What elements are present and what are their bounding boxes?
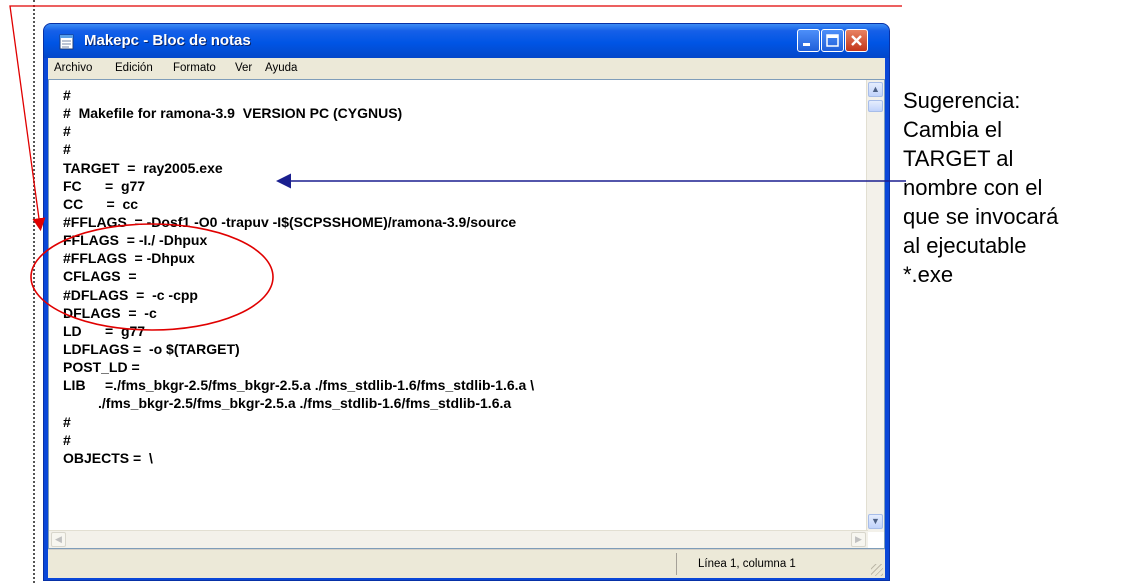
suggestion-note: Sugerencia: Cambia el TARGET al nombre c…	[903, 88, 1059, 287]
code-line: CFLAGS =	[63, 268, 137, 285]
scroll-left-button[interactable]: ◀	[51, 532, 66, 547]
scroll-down-button[interactable]: ▼	[868, 514, 883, 529]
menu-archivo[interactable]: Archivo	[54, 62, 92, 74]
scroll-up-button[interactable]: ▲	[868, 82, 883, 97]
menu-bar: Archivo Edición Formato Ver Ayuda	[48, 58, 885, 79]
code-line: TARGET = ray2005.exe	[63, 159, 223, 176]
maximize-button[interactable]	[821, 29, 844, 52]
code-line: LIB =./fms_bkgr-2.5/fms_bkgr-2.5.a ./fms…	[63, 377, 535, 394]
resize-grip[interactable]	[871, 564, 883, 576]
code-line: CC = cc	[63, 195, 139, 212]
scroll-right-button[interactable]: ▶	[851, 532, 866, 547]
code-line: DFLAGS = -c	[63, 304, 157, 321]
code-line: #	[63, 87, 71, 103]
close-button[interactable]	[845, 29, 868, 52]
text-editor[interactable]: # # Makefile for ramona-3.9 VERSION PC (…	[48, 79, 885, 549]
code-line: #DFLAGS = -c -cpp	[63, 286, 198, 303]
menu-ver[interactable]: Ver	[235, 62, 252, 74]
title-bar[interactable]: Makepc - Bloc de notas	[44, 24, 889, 58]
horizontal-scrollbar[interactable]: ◀ ▶	[49, 530, 868, 548]
window-title: Makepc - Bloc de notas	[84, 32, 251, 49]
vertical-scrollbar[interactable]: ▲ ▼	[866, 80, 884, 532]
code-line: OBJECTS = \	[63, 449, 153, 466]
minimize-button[interactable]	[797, 29, 820, 52]
code-line: #	[63, 413, 71, 430]
status-divider	[676, 553, 677, 575]
code-line: ./fms_bkgr-2.5/fms_bkgr-2.5.a ./fms_stdl…	[63, 395, 512, 412]
code-line: FFLAGS = -I./ -Dhpux	[63, 232, 208, 249]
code-line: LDFLAGS = -o $(TARGET)	[63, 340, 240, 357]
code-line: #	[63, 141, 71, 158]
code-line: # Makefile for ramona-3.9 VERSION PC (CY…	[63, 105, 403, 122]
close-icon	[851, 35, 862, 46]
notepad-window: Makepc - Bloc de notas Archivo Edición F…	[43, 23, 890, 581]
menu-ayuda[interactable]: Ayuda	[265, 62, 297, 74]
code-line: LD = g77	[63, 322, 146, 339]
scroll-thumb[interactable]	[868, 100, 883, 112]
notepad-icon	[59, 34, 74, 50]
cursor-position: Línea 1, columna 1	[698, 558, 796, 570]
code-line: #	[63, 431, 71, 448]
code-line: #FFLAGS = -Dosf1 -O0 -trapuv -I$(SCPSSHO…	[63, 213, 517, 230]
maximize-icon	[826, 34, 839, 47]
menu-formato[interactable]: Formato	[173, 62, 216, 74]
code-line: POST_LD =	[63, 359, 140, 376]
code-line: FC = g77	[63, 177, 146, 194]
minimize-icon	[803, 43, 810, 46]
menu-edicion[interactable]: Edición	[115, 62, 153, 74]
editor-text[interactable]: # # Makefile for ramona-3.9 VERSION PC (…	[63, 86, 534, 467]
code-line: #FFLAGS = -Dhpux	[63, 250, 195, 267]
slide-left-border	[33, 0, 35, 583]
status-bar: Línea 1, columna 1	[48, 549, 885, 578]
code-line: #	[63, 123, 71, 140]
